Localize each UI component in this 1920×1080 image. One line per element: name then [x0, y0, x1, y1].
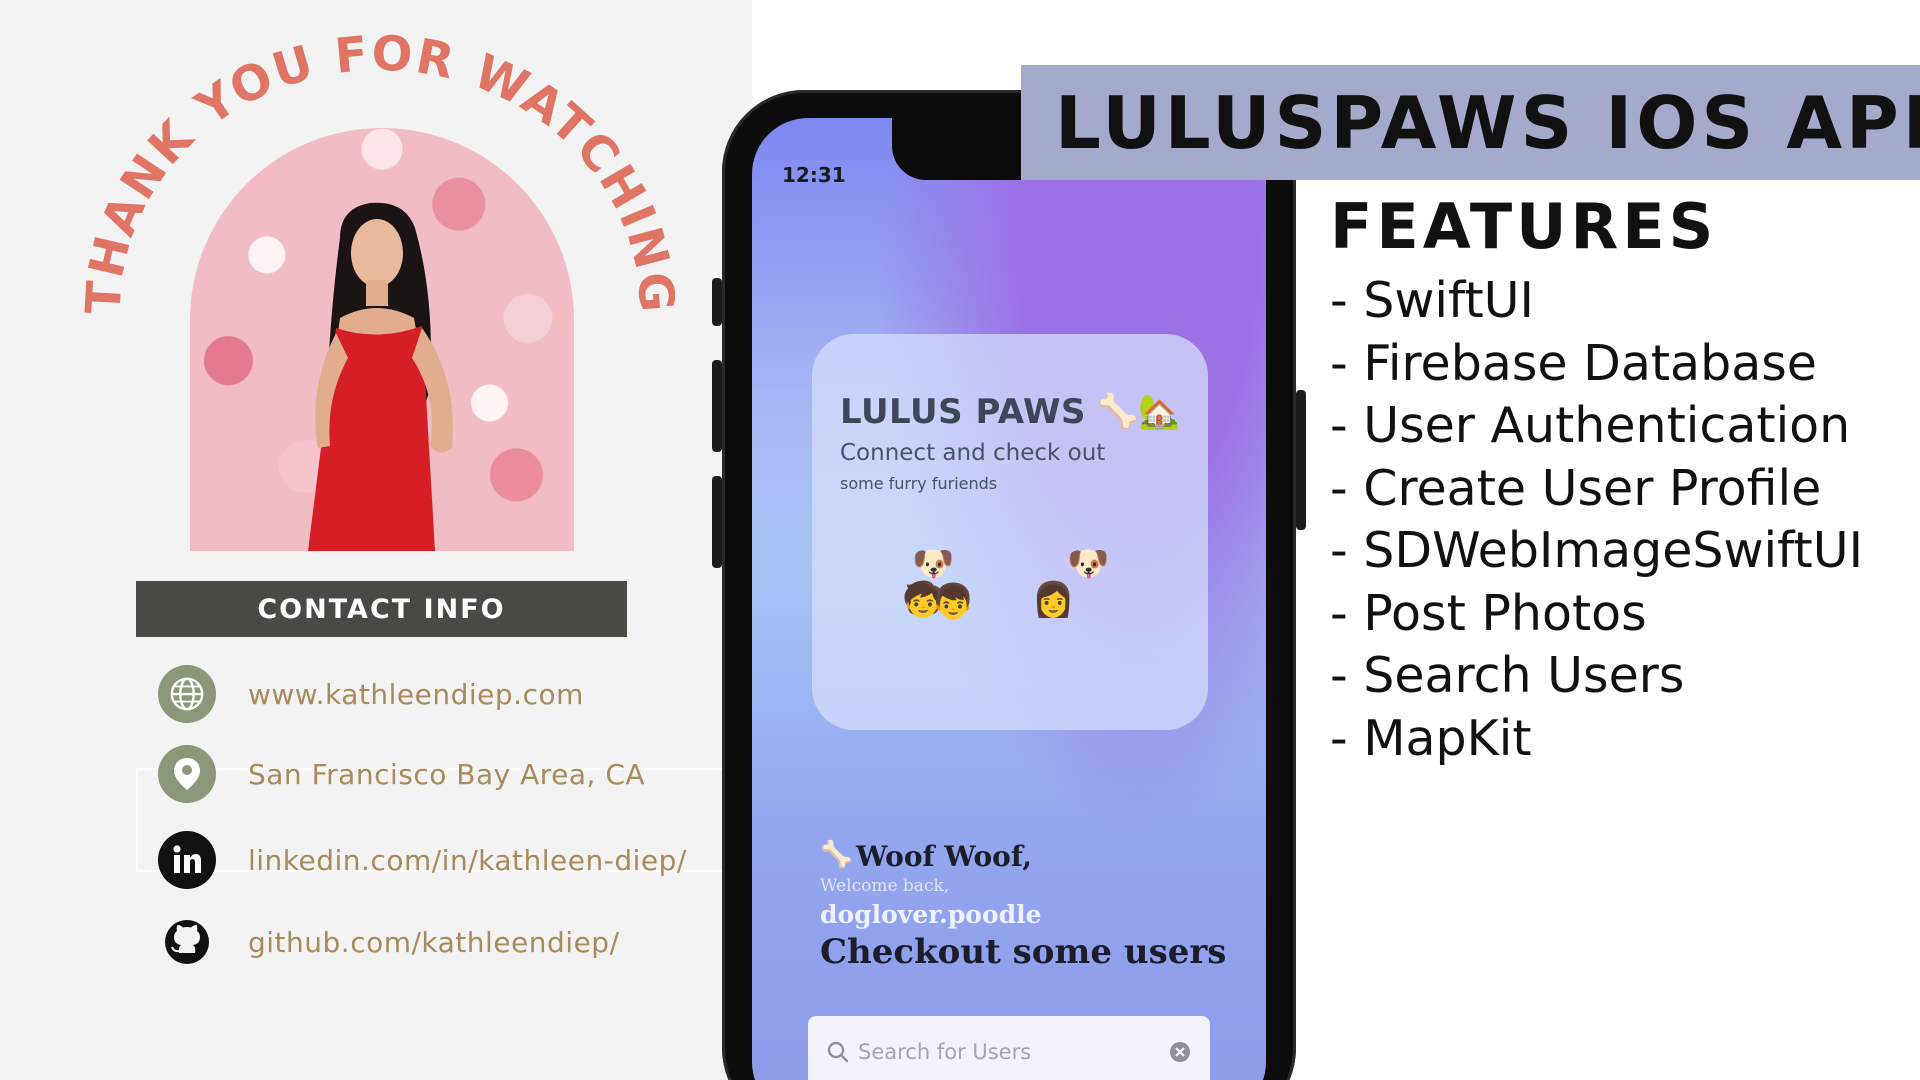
feature-item: - MapKit [1330, 709, 1532, 767]
dog-avatar-icon: 🐶 [912, 544, 955, 584]
widget-subtitle: Connect and check out [840, 440, 1106, 466]
person-illustration [308, 202, 453, 551]
feature-item: - Search Users [1330, 647, 1685, 704]
feature-item: - User Authentication [1330, 397, 1851, 454]
github-icon [158, 913, 216, 971]
status-bar-time: 12:31 [782, 163, 846, 187]
globe-icon [158, 665, 216, 723]
widget-subtitle-small: some furry furiends [840, 474, 998, 493]
website-link[interactable]: www.kathleendiep.com [248, 678, 584, 711]
person-avatar-icon: 👦 [932, 582, 975, 622]
phone-volume-up [712, 360, 722, 452]
checkout-heading: Checkout some users [820, 932, 1227, 972]
location-text: San Francisco Bay Area, CA [248, 757, 646, 791]
clear-icon[interactable] [1168, 1040, 1192, 1064]
phone-volume-down [712, 476, 722, 568]
contact-row-website[interactable]: www.kathleendiep.com [158, 665, 584, 723]
features-list: - SwiftUI - Firebase Database - User Aut… [1330, 270, 1863, 770]
greeting-text: Woof Woof, [856, 840, 1032, 873]
lulus-paws-widget[interactable]: LULUS PAWS 🦴🏡 Connect and check out some… [812, 334, 1208, 730]
bone-house-emoji: 🦴🏡 [1096, 392, 1181, 432]
username-text: doglover.poodle [820, 900, 1042, 929]
feature-item: - SwiftUI [1330, 272, 1534, 329]
widget-title: LULUS PAWS [840, 392, 1087, 432]
search-input[interactable] [858, 1040, 1158, 1064]
left-panel: THANK YOU FOR WATCHING CONTACT INFO www.… [0, 0, 752, 1080]
dog-avatar-icon: 🐶 [1067, 544, 1110, 584]
location-pin-icon [158, 745, 216, 803]
contact-row-github[interactable]: github.com/kathleendiep/ [158, 913, 620, 971]
features-heading: FEATURES [1330, 190, 1718, 263]
linkedin-link[interactable]: linkedin.com/in/kathleen-diep/ [248, 844, 687, 877]
welcome-text: Welcome back, [820, 876, 950, 896]
phone-power-button [1296, 390, 1306, 530]
phone-screen: 12:31 LULUS PAWS 🦴🏡 Connect and check ou… [752, 118, 1266, 1080]
contact-row-linkedin[interactable]: linkedin.com/in/kathleen-diep/ [158, 831, 687, 889]
search-bar[interactable] [808, 1016, 1210, 1080]
phone-mockup: 12:31 LULUS PAWS 🦴🏡 Connect and check ou… [712, 90, 1306, 1080]
feature-item: - Firebase Database [1330, 334, 1817, 392]
widget-avatar-cluster: 🐶 🧒 👦 🐶 👩 [902, 544, 1142, 634]
feature-item: - SDWebImageSwiftUI [1330, 522, 1864, 579]
person-avatar-icon: 👩 [1032, 580, 1075, 620]
contact-row-location: San Francisco Bay Area, CA [158, 745, 645, 803]
feature-item: - Post Photos [1330, 584, 1647, 642]
search-icon [827, 1041, 849, 1063]
github-link[interactable]: github.com/kathleendiep/ [248, 926, 620, 959]
phone-mute-switch [712, 278, 722, 326]
profile-photo [190, 128, 574, 551]
app-title: LULUSPAWS IOS APP [1055, 80, 1920, 165]
bone-icon: 🦴 [820, 840, 853, 870]
feature-item: - Create User Profile [1330, 459, 1822, 517]
contact-info-header: CONTACT INFO [136, 581, 627, 637]
title-banner: LULUSPAWS IOS APP [1021, 65, 1920, 180]
linkedin-icon [158, 831, 216, 889]
